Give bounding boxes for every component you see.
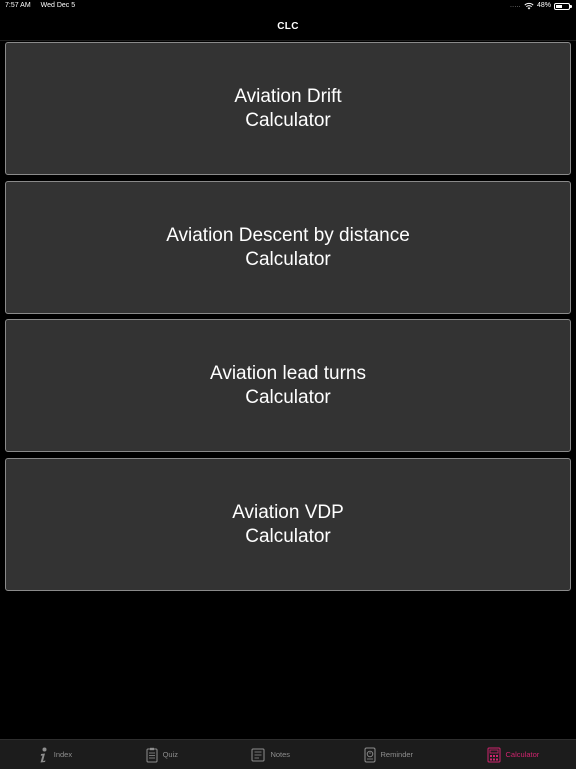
- battery-icon: [554, 2, 572, 10]
- status-date: Wed Dec 5: [40, 2, 76, 9]
- tab-label: Index: [53, 750, 73, 759]
- button-label: Aviation VDP Calculator: [232, 501, 344, 549]
- status-right: ..... 48%: [510, 0, 572, 12]
- calculator-icon: [487, 747, 500, 762]
- button-label-line2: Calculator: [245, 109, 331, 131]
- button-label: Aviation Descent by distance Calculator: [166, 224, 410, 272]
- tab-reminder[interactable]: Reminder: [364, 740, 414, 769]
- tab-quiz[interactable]: Quiz: [146, 740, 178, 769]
- page-title: CLC: [277, 20, 299, 32]
- tab-notes[interactable]: Notes: [251, 740, 290, 769]
- tab-label: Reminder: [380, 750, 414, 759]
- clipboard-icon: [146, 747, 158, 762]
- navigation-bar: CLC: [0, 12, 576, 41]
- tab-label: Quiz: [162, 750, 178, 759]
- button-label-line1: Aviation VDP: [232, 501, 344, 523]
- button-label-line2: Calculator: [245, 525, 331, 547]
- vdp-calculator-button[interactable]: Aviation VDP Calculator: [5, 458, 571, 591]
- drift-calculator-button[interactable]: Aviation Drift Calculator: [5, 42, 571, 175]
- lead-turns-calculator-button[interactable]: Aviation lead turns Calculator: [5, 319, 571, 452]
- info-icon: [40, 747, 47, 762]
- reminder-icon: [364, 747, 376, 762]
- tab-bar: Index Quiz Notes Reminder Calculator: [0, 739, 576, 769]
- tab-calculator[interactable]: Calculator: [487, 740, 540, 769]
- tab-label: Calculator: [505, 750, 540, 759]
- wifi-icon: [524, 2, 534, 10]
- status-left: 7:57 AM Wed Dec 5: [5, 0, 75, 12]
- tab-label: Notes: [270, 750, 291, 759]
- notes-icon: [251, 748, 265, 761]
- status-time: 7:57 AM: [5, 2, 31, 9]
- descent-by-distance-calculator-button[interactable]: Aviation Descent by distance Calculator: [5, 181, 571, 314]
- tab-index[interactable]: Index: [37, 740, 72, 769]
- button-label: Aviation lead turns Calculator: [210, 362, 366, 410]
- status-bar: 7:57 AM Wed Dec 5 ..... 48%: [0, 0, 576, 12]
- button-label: Aviation Drift Calculator: [234, 85, 341, 133]
- button-label-line1: Aviation lead turns: [210, 362, 366, 384]
- button-label-line1: Aviation Descent by distance: [166, 224, 410, 246]
- button-label-line2: Calculator: [245, 386, 331, 408]
- button-label-line2: Calculator: [245, 248, 331, 270]
- battery-percent: 48%: [536, 2, 551, 9]
- cellular-signal-icon: .....: [510, 3, 521, 9]
- button-label-line1: Aviation Drift: [234, 85, 342, 107]
- battery-level: [556, 4, 562, 8]
